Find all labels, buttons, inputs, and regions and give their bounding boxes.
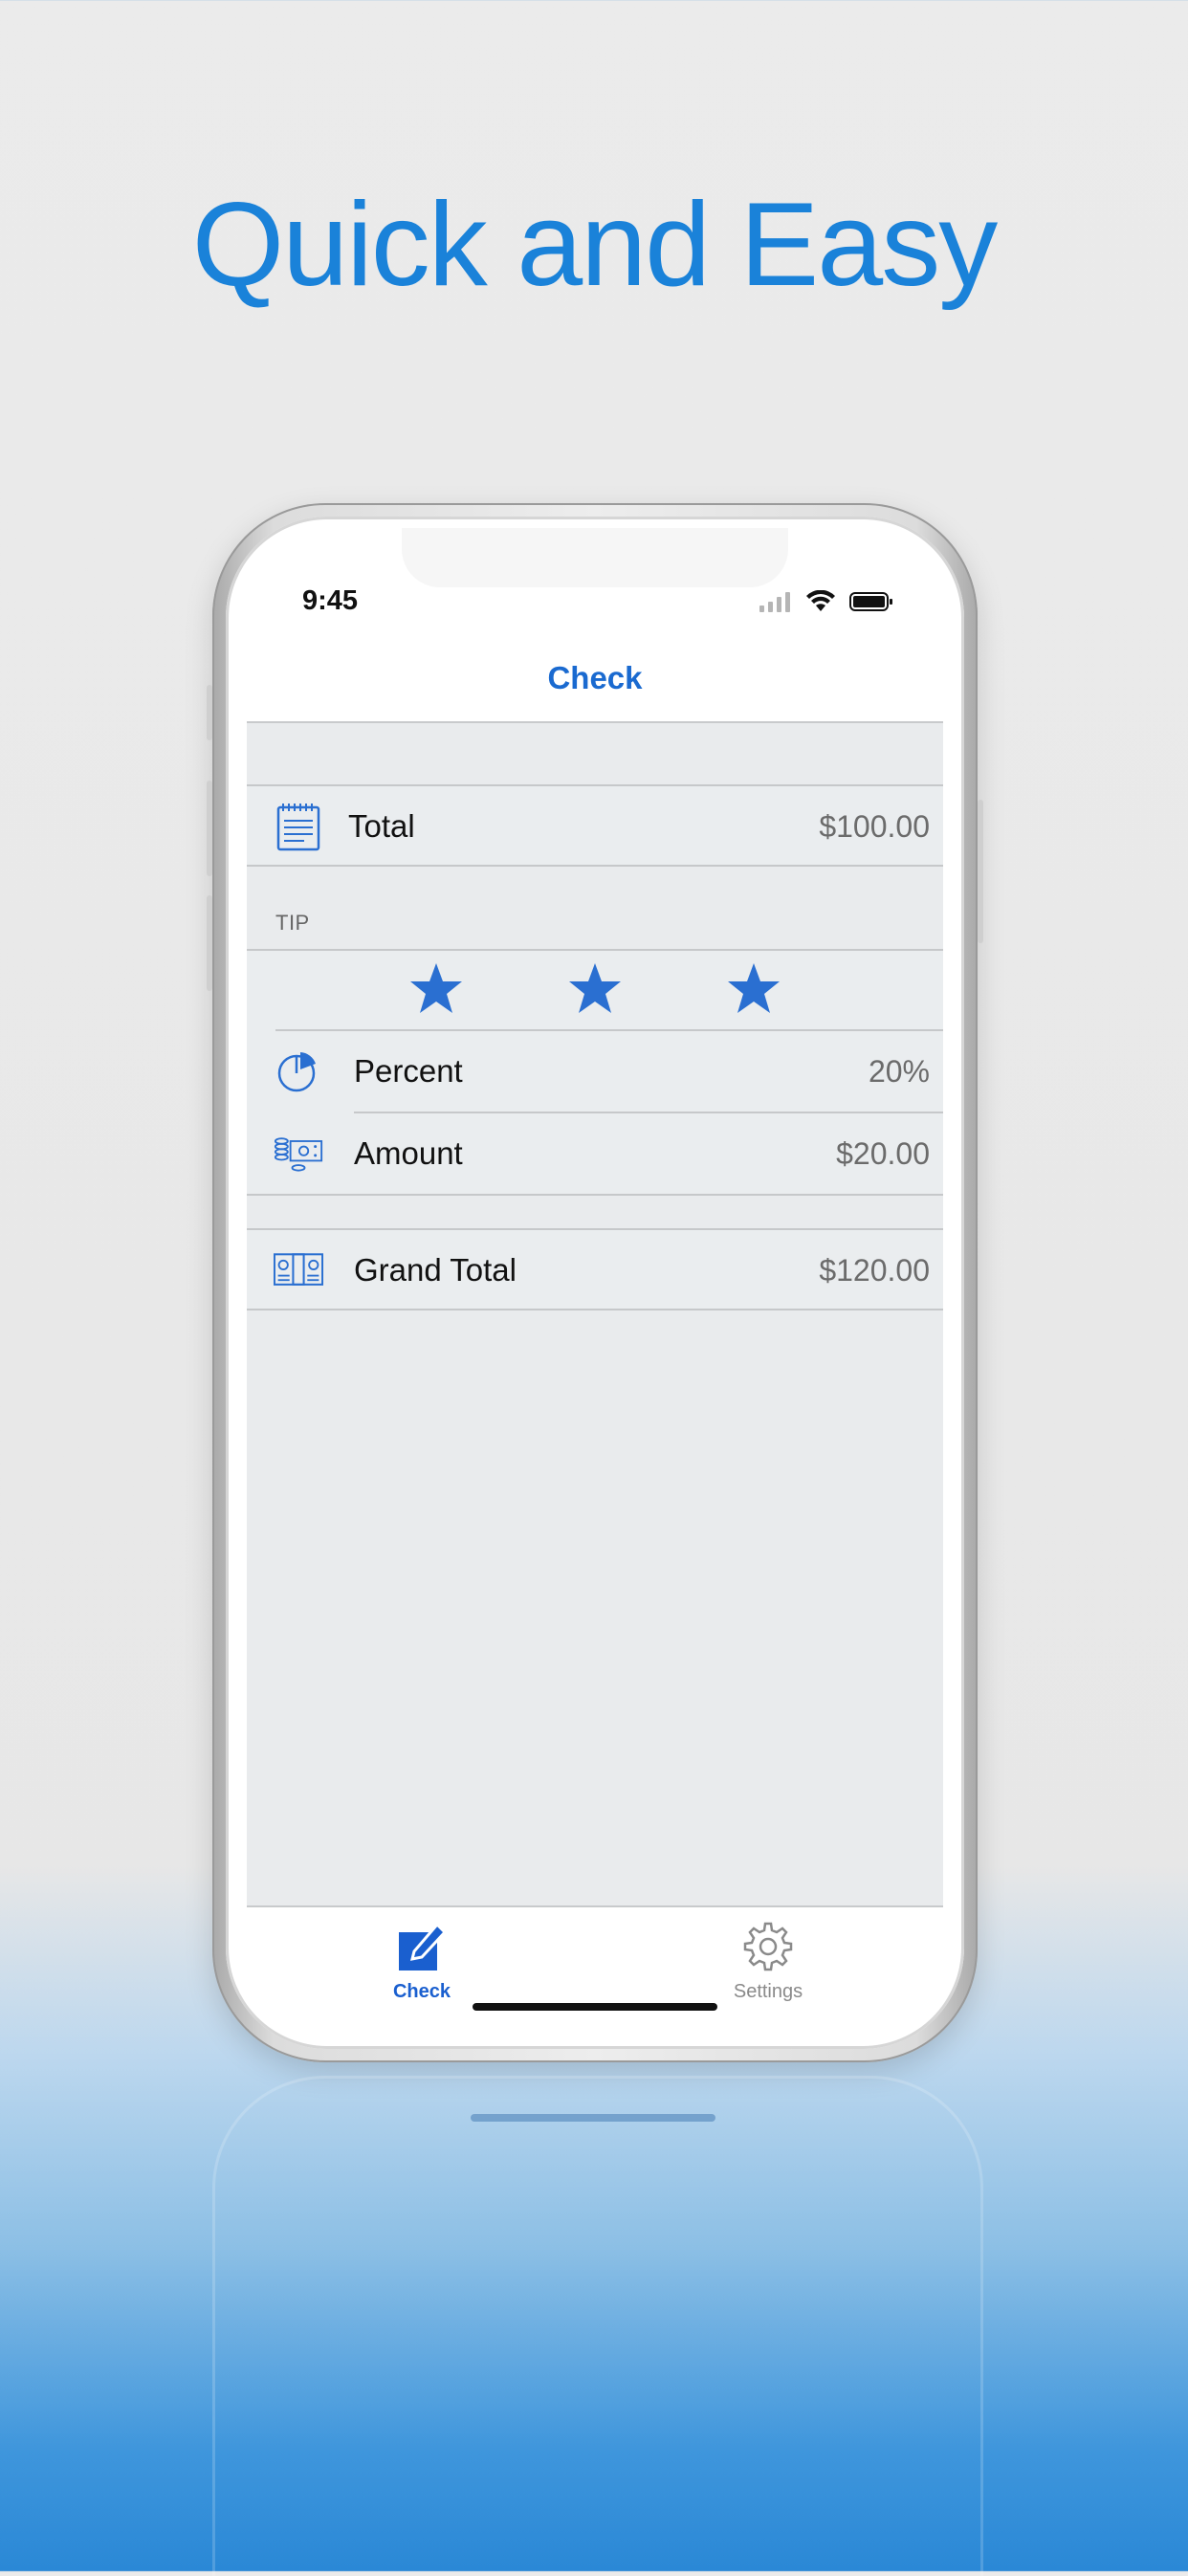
headline: Quick and Easy xyxy=(191,179,998,311)
home-indicator[interactable] xyxy=(473,2003,717,2011)
cash-bundle-icon xyxy=(274,1245,323,1295)
edit-pencil-icon xyxy=(399,1922,448,1971)
amount-label: Amount xyxy=(354,1135,463,1171)
phone-frame: 9:45 Check Total $100.00 TIP Percent 20%… xyxy=(207,503,983,2062)
signal-icon xyxy=(759,592,790,612)
amount-row[interactable]: Amount $20.00 xyxy=(247,1113,943,1194)
notch xyxy=(402,528,788,587)
total-value: $100.00 xyxy=(819,808,930,844)
screen: 9:45 Check Total $100.00 TIP Percent 20%… xyxy=(247,528,943,2037)
tab-check-label: Check xyxy=(392,1981,451,2002)
pie-chart-icon xyxy=(274,1046,323,1096)
content-area: Total $100.00 TIP Percent 20% Amount $20… xyxy=(247,721,943,1907)
volume-up-button xyxy=(207,781,212,876)
power-button xyxy=(978,800,983,943)
star-icon[interactable] xyxy=(407,960,465,1018)
tab-bar: Check Settings xyxy=(247,1905,943,2037)
status-icons xyxy=(759,587,893,616)
gear-icon xyxy=(743,1922,793,1971)
notepad-icon xyxy=(274,802,323,851)
grand-total-row[interactable]: Grand Total $120.00 xyxy=(247,1230,943,1310)
grand-total-label: Grand Total xyxy=(354,1252,517,1288)
tip-rating[interactable] xyxy=(247,951,943,1029)
silent-switch xyxy=(207,685,212,740)
tip-group: Percent 20% Amount $20.00 xyxy=(247,949,943,1196)
grand-total-value: $120.00 xyxy=(819,1252,930,1288)
percent-value: 20% xyxy=(868,1053,930,1089)
nav-title: Check xyxy=(547,660,643,695)
tab-settings[interactable]: Settings xyxy=(692,1919,845,2003)
tab-check[interactable]: Check xyxy=(345,1919,498,2003)
home-indicator-reflection xyxy=(471,2114,715,2122)
total-row[interactable]: Total $100.00 xyxy=(247,786,943,867)
total-group: Total $100.00 xyxy=(247,784,943,867)
money-coins-icon xyxy=(274,1129,323,1178)
grand-total-group: Grand Total $120.00 xyxy=(247,1228,943,1310)
phone-reflection xyxy=(212,2076,983,2576)
battery-icon xyxy=(849,592,892,611)
tip-section-header: TIP xyxy=(275,911,310,935)
tab-settings-label: Settings xyxy=(733,1981,803,2002)
volume-down-button xyxy=(207,895,212,991)
star-icon[interactable] xyxy=(725,960,782,1018)
percent-label: Percent xyxy=(354,1053,463,1089)
status-time: 9:45 xyxy=(302,585,359,616)
percent-row[interactable]: Percent 20% xyxy=(247,1031,943,1112)
wifi-icon xyxy=(806,590,835,611)
amount-value: $20.00 xyxy=(836,1135,930,1171)
star-icon[interactable] xyxy=(566,960,624,1018)
total-label: Total xyxy=(348,808,415,844)
